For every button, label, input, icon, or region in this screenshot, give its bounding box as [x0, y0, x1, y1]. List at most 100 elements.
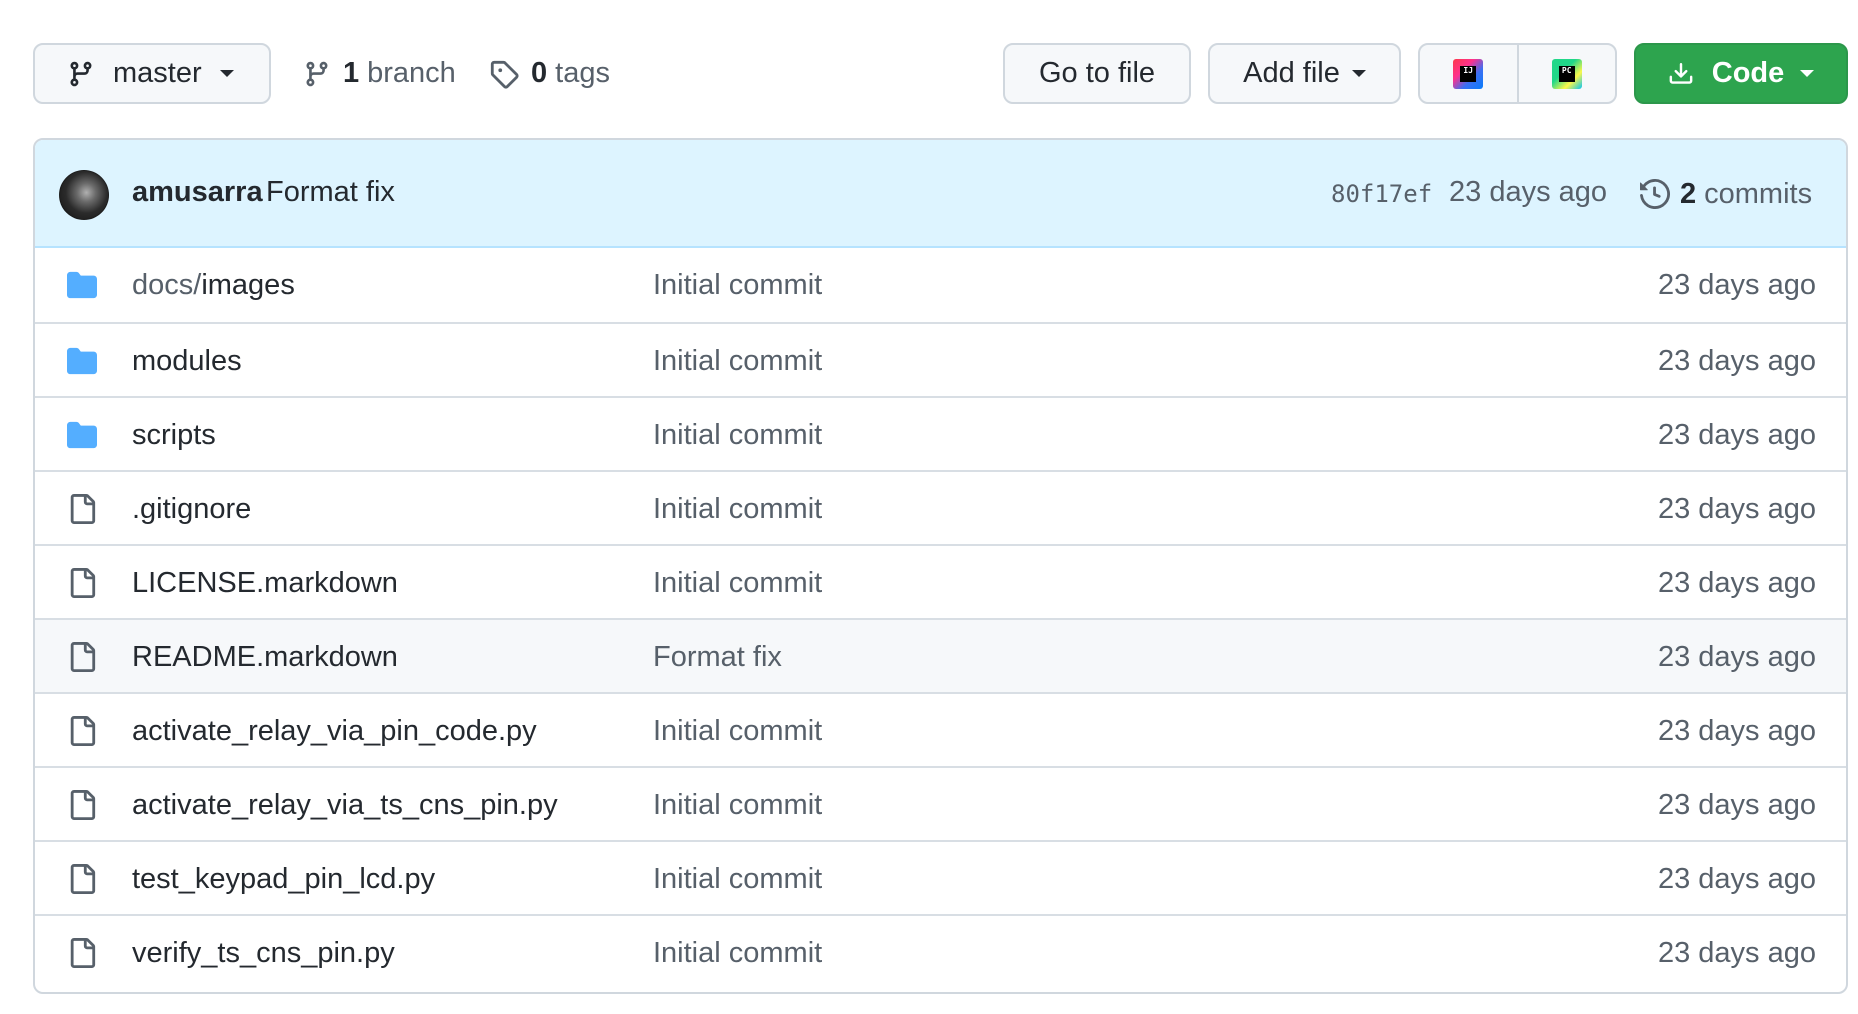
file-name-link[interactable]: test_keypad_pin_lcd.py: [132, 863, 435, 896]
file-name: scripts: [132, 419, 216, 451]
file-commit-age: 23 days ago: [1657, 937, 1816, 969]
file-commit-message-link[interactable]: Initial commit: [653, 863, 822, 896]
commit-sha-link[interactable]: 80f17ef: [1331, 180, 1432, 208]
add-file-button[interactable]: Add file: [1208, 43, 1401, 104]
add-file-label: Add file: [1243, 57, 1340, 89]
file-row[interactable]: verify_ts_cns_pin.py Initial commit 23 day…: [35, 914, 1846, 988]
file-icon: [65, 790, 99, 820]
git-branch-icon: [306, 61, 328, 86]
git-branch-icon: [70, 61, 92, 86]
ide-button-group: IJ PC: [1418, 43, 1617, 104]
chevron-down-icon: [1351, 70, 1366, 77]
file-name: README.markdown: [132, 641, 398, 673]
intellij-icon: IJ: [1453, 58, 1484, 89]
branches-label: branch: [367, 57, 456, 89]
file-commit-message-link[interactable]: Initial commit: [653, 345, 822, 378]
file-row[interactable]: activate_relay_via_ts_cns_pin.py Initial …: [35, 766, 1846, 840]
go-to-file-button[interactable]: Go to file: [1003, 43, 1191, 104]
file-commit-message-link[interactable]: Initial commit: [653, 269, 822, 302]
file-name: modules: [132, 345, 242, 377]
file-commit-message-link[interactable]: Format fix: [653, 641, 782, 674]
file-icon: [65, 716, 99, 746]
file-commit-age: 23 days ago: [1657, 641, 1816, 673]
folder-icon: [65, 420, 99, 450]
tag-icon: [490, 60, 519, 89]
file-commit-age: 23 days ago: [1657, 269, 1816, 301]
file-name-link[interactable]: .gitignore: [132, 493, 251, 526]
commit-time: 23 days ago: [1449, 176, 1608, 208]
pycharm-icon: PC: [1551, 58, 1582, 89]
file-icon: [65, 938, 99, 968]
pycharm-button[interactable]: PC: [1516, 45, 1616, 102]
file-icon: [65, 494, 99, 524]
commits-count: 2: [1680, 177, 1697, 210]
file-commit-age: 23 days ago: [1657, 493, 1816, 525]
file-name-link[interactable]: activate_relay_via_ts_cns_pin.py: [132, 789, 558, 822]
file-commit-age: 23 days ago: [1657, 789, 1816, 821]
latest-commit-bar: amusarra Format fix 80f17ef 23 days ago …: [35, 140, 1846, 248]
file-name-link[interactable]: LICENSE.markdown: [132, 567, 398, 600]
commit-author-link[interactable]: amusarra: [132, 176, 263, 209]
file-browser: amusarra Format fix 80f17ef 23 days ago …: [33, 138, 1848, 994]
file-row[interactable]: docs/images Initial commit 23 days ago: [35, 248, 1846, 322]
file-name-link[interactable]: scripts: [132, 419, 216, 452]
file-row[interactable]: scripts Initial commit 23 days ago: [35, 396, 1846, 470]
tags-link[interactable]: 0 tags: [489, 43, 610, 104]
download-icon: [1669, 62, 1693, 84]
branches-link[interactable]: 1 branch: [303, 43, 456, 104]
file-commit-message-link[interactable]: Initial commit: [653, 493, 822, 526]
file-row[interactable]: LICENSE.markdown Initial commit 23 days ag…: [35, 544, 1846, 618]
pycharm-icon-label: PC: [1558, 65, 1575, 82]
branch-name: master: [113, 57, 202, 89]
avatar[interactable]: [59, 170, 109, 220]
repo-toolbar: master 1 branch 0 tags Go to file Add fi…: [33, 43, 1848, 106]
intellij-icon-label: IJ: [1460, 65, 1477, 82]
file-name-link[interactable]: activate_relay_via_pin_code.py: [132, 715, 537, 748]
file-icon: [65, 864, 99, 894]
file-name: test_keypad_pin_lcd.py: [132, 863, 436, 895]
file-commit-age: 23 days ago: [1657, 419, 1816, 451]
file-name: .gitignore: [132, 493, 252, 525]
commits-history-link[interactable]: 2 commits: [1640, 164, 1812, 224]
code-label: Code: [1711, 57, 1785, 89]
chevron-down-icon: [1800, 70, 1815, 77]
chevron-down-icon: [219, 70, 234, 77]
file-row[interactable]: test_keypad_pin_lcd.py Initial commit 23 d…: [35, 840, 1846, 914]
file-icon: [65, 642, 99, 672]
file-row[interactable]: .gitignore Initial commit 23 days ago: [35, 470, 1846, 544]
file-list: docs/images Initial commit 23 days ago modu…: [35, 248, 1846, 988]
file-icon: [65, 568, 99, 598]
history-icon: [1640, 179, 1670, 209]
file-name-link[interactable]: docs/images: [132, 269, 295, 302]
folder-icon: [65, 346, 99, 376]
file-row[interactable]: modules Initial commit 23 days ago: [35, 322, 1846, 396]
file-name-link[interactable]: verify_ts_cns_pin.py: [132, 937, 395, 970]
commit-message-link[interactable]: Format fix: [266, 176, 395, 209]
folder-icon: [65, 270, 99, 300]
file-commit-message-link[interactable]: Initial commit: [653, 937, 822, 970]
file-row[interactable]: README.markdown Format fix 23 days ago: [35, 618, 1846, 692]
file-name: activate_relay_via_pin_code.py: [132, 715, 537, 747]
file-commit-age: 23 days ago: [1657, 715, 1816, 747]
file-commit-age: 23 days ago: [1657, 567, 1816, 599]
tags-label: tags: [555, 57, 610, 89]
file-commit-message-link[interactable]: Initial commit: [653, 567, 822, 600]
branch-select-button[interactable]: master: [33, 43, 271, 104]
file-commit-age: 23 days ago: [1657, 863, 1816, 895]
file-path-prefix: docs/: [132, 269, 202, 301]
commits-label: commits: [1704, 177, 1813, 210]
branches-count: 1: [343, 57, 360, 89]
file-name-link[interactable]: README.markdown: [132, 641, 398, 674]
code-button[interactable]: Code: [1634, 43, 1848, 104]
file-name: verify_ts_cns_pin.py: [132, 937, 395, 969]
file-name: images: [201, 269, 295, 301]
file-commit-message-link[interactable]: Initial commit: [653, 715, 822, 748]
intellij-button[interactable]: IJ: [1420, 45, 1517, 102]
file-commit-age: 23 days ago: [1657, 345, 1816, 377]
file-name: LICENSE.markdown: [132, 567, 398, 599]
file-row[interactable]: activate_relay_via_pin_code.py Initial co…: [35, 692, 1846, 766]
file-name-link[interactable]: modules: [132, 345, 242, 378]
file-commit-message-link[interactable]: Initial commit: [653, 789, 822, 822]
file-commit-message-link[interactable]: Initial commit: [653, 419, 822, 452]
tags-count: 0: [531, 57, 548, 89]
